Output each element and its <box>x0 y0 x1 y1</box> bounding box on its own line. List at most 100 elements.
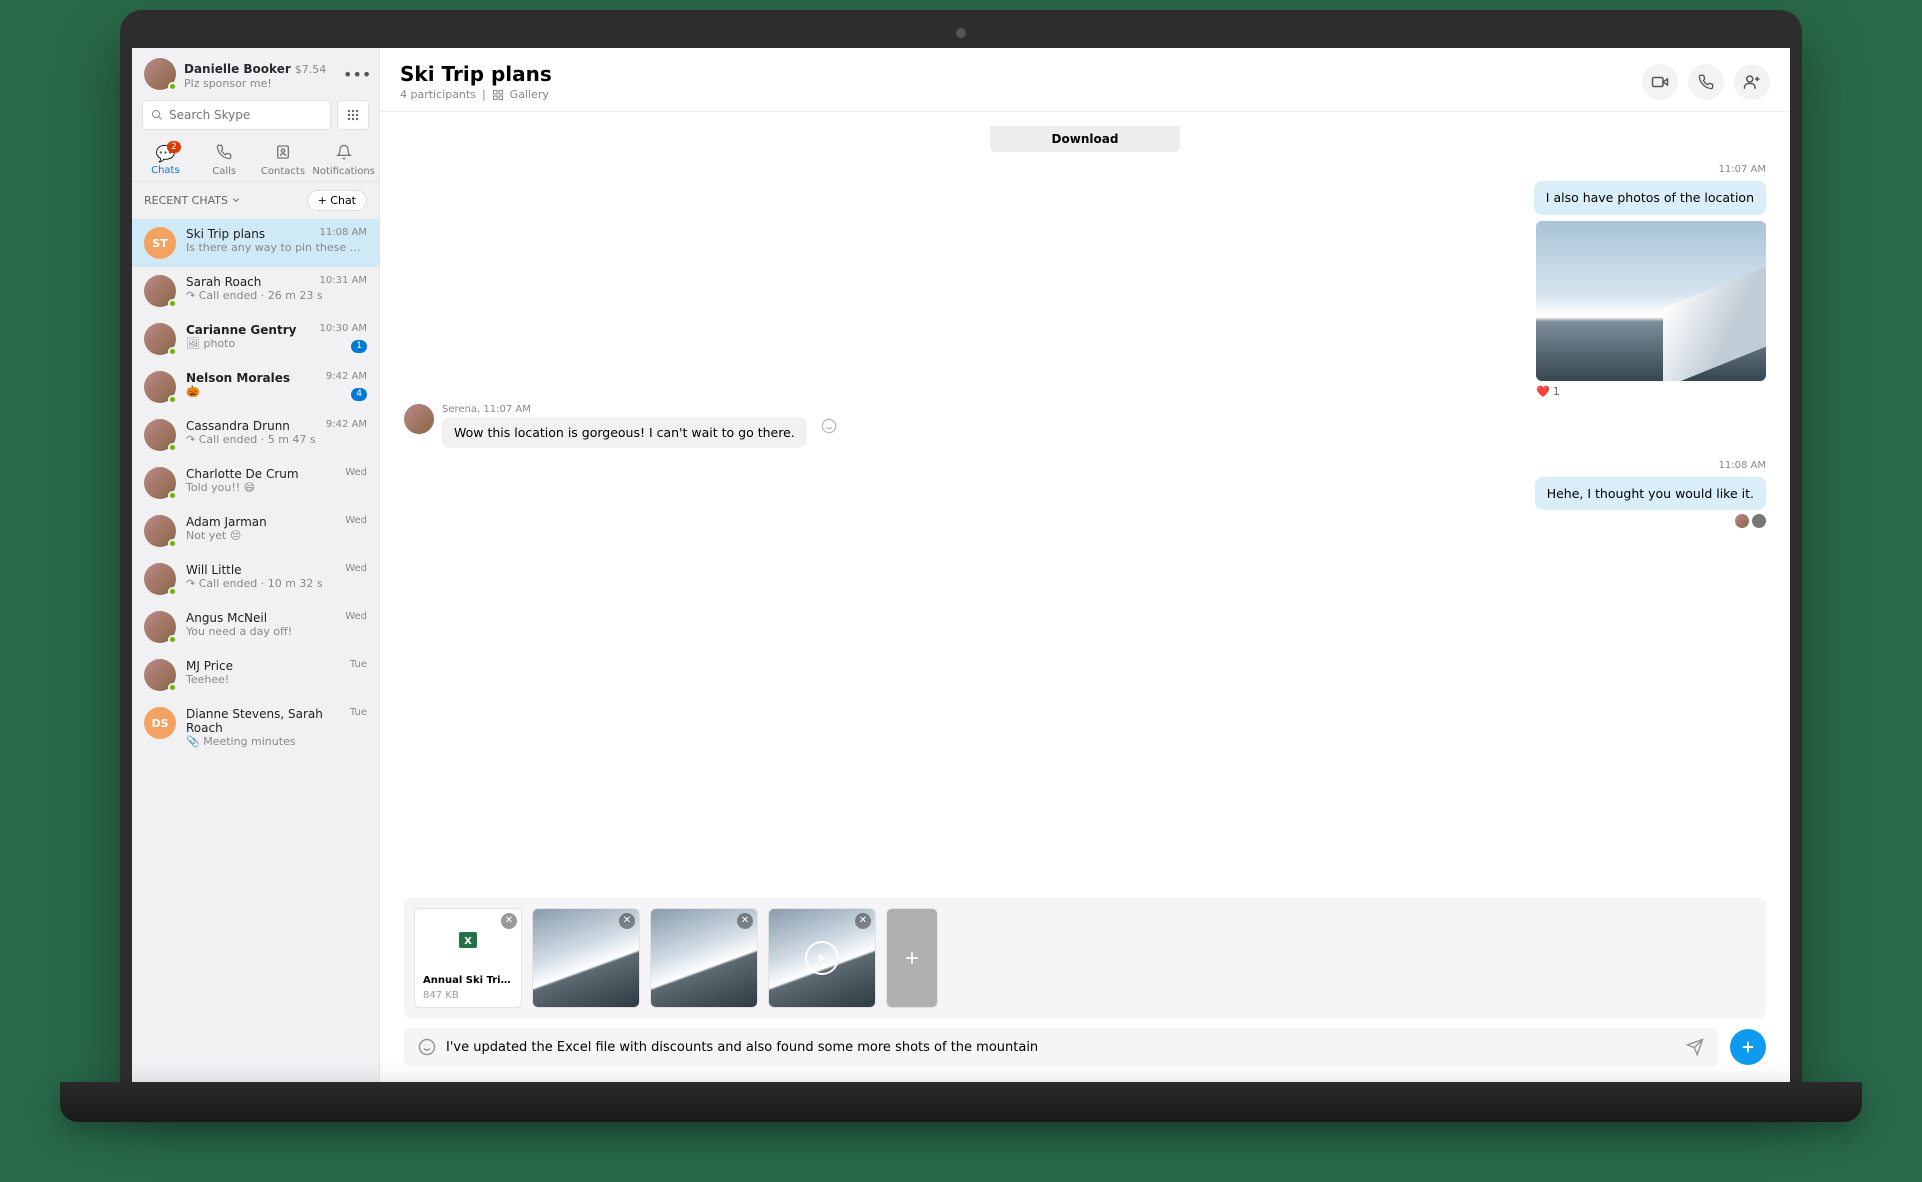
chat-preview: ↷ Call ended · 10 m 32 s <box>186 577 367 590</box>
conversation-title: Ski Trip plans <box>400 62 1642 86</box>
tab-contacts[interactable]: Contacts <box>254 144 313 177</box>
tab-notifications[interactable]: Notifications <box>312 144 375 177</box>
add-button[interactable] <box>1730 1029 1766 1065</box>
message-sender: Serena, 11:07 AM <box>442 404 807 415</box>
message-text[interactable]: Wow this location is gorgeous! I can't w… <box>442 417 807 448</box>
presence-dot <box>168 635 177 644</box>
dialpad-icon <box>347 109 359 121</box>
chat-time: Wed <box>345 515 367 529</box>
chat-time: Wed <box>345 611 367 625</box>
remove-attachment-button[interactable]: ✕ <box>855 913 871 929</box>
chat-title: Dianne Stevens, Sarah Roach <box>186 707 350 735</box>
tab-calls[interactable]: Calls <box>195 144 254 177</box>
chat-title: MJ Price <box>186 659 233 673</box>
tab-calls-label: Calls <box>212 166 236 177</box>
chat-time: 10:30 AM <box>320 323 367 337</box>
chat-preview: Told you!! 😄 <box>186 481 367 494</box>
avatar: ST <box>144 227 176 259</box>
avatar <box>1735 514 1749 528</box>
gallery-link[interactable]: Gallery <box>510 88 549 101</box>
plus-icon <box>902 948 922 968</box>
search-field[interactable] <box>169 108 322 122</box>
message-reaction[interactable]: ❤️ 1 <box>1536 385 1766 398</box>
chat-preview: ↷ Call ended · 26 m 23 s <box>186 289 367 302</box>
chat-list-item[interactable]: Cassandra Drunn 9:42 AM↷ Call ended · 5 m… <box>132 411 379 459</box>
chat-time: 10:31 AM <box>320 275 367 289</box>
more-icon[interactable]: ••• <box>343 65 367 84</box>
message-text[interactable]: Hehe, I thought you would like it. <box>1535 477 1766 511</box>
add-attachment-button[interactable] <box>886 908 938 1008</box>
avatar <box>144 58 176 90</box>
download-button[interactable]: Download <box>990 126 1180 152</box>
emoji-icon[interactable] <box>418 1038 436 1056</box>
dialpad-button[interactable] <box>337 100 369 130</box>
participants-count[interactable]: 4 participants <box>400 88 476 101</box>
add-person-icon <box>1743 73 1761 91</box>
nav-tabs: 💬2 Chats Calls Contacts Notifications <box>132 138 379 182</box>
message-text[interactable]: I also have photos of the location <box>1534 181 1766 215</box>
avatar <box>144 611 176 643</box>
message-outgoing: Hehe, I thought you would like it. <box>1535 477 1766 529</box>
chat-list-item[interactable]: Adam JarmanWedNot yet 😔 <box>132 507 379 555</box>
composer-input[interactable] <box>446 1040 1676 1055</box>
avatar <box>144 467 176 499</box>
chat-list-item[interactable]: Nelson Morales9:42 AM🎃4 <box>132 363 379 411</box>
chat-list-item[interactable]: Carianne Gentry10:30 AM🖼 photo1 <box>132 315 379 363</box>
plus-icon <box>1739 1038 1757 1056</box>
message-outgoing-image[interactable]: ❤️ 1 <box>1536 221 1766 398</box>
new-chat-button[interactable]: + Chat <box>307 190 367 211</box>
send-icon <box>1686 1038 1704 1056</box>
remove-attachment-button[interactable]: ✕ <box>501 913 517 929</box>
react-button[interactable] <box>821 418 837 434</box>
attachment-size: 847 KB <box>415 990 521 1007</box>
profile-header[interactable]: Danielle Booker$7.54 Plz sponsor me! ••• <box>132 48 379 100</box>
presence-dot <box>168 491 177 500</box>
message-composer[interactable] <box>404 1028 1718 1066</box>
chat-preview: Teehee! <box>186 673 367 686</box>
chat-title: Cassandra Drunn <box>186 419 290 433</box>
audio-call-button[interactable] <box>1688 64 1724 100</box>
video-call-button[interactable] <box>1642 64 1678 100</box>
chat-preview: Not yet 😔 <box>186 529 367 542</box>
chat-list-item[interactable]: Charlotte De CrumWedTold you!! 😄 <box>132 459 379 507</box>
avatar <box>1752 514 1766 528</box>
chat-time: Wed <box>345 563 367 577</box>
chat-list-item[interactable]: Sarah Roach 10:31 AM↷ Call ended · 26 m 2… <box>132 267 379 315</box>
tab-chats-label: Chats <box>151 165 180 176</box>
presence-dot <box>168 539 177 548</box>
tab-chats[interactable]: 💬2 Chats <box>136 144 195 177</box>
chat-list-item[interactable]: DSDianne Stevens, Sarah RoachTue📎 Meetin… <box>132 699 379 756</box>
send-button[interactable] <box>1686 1038 1704 1056</box>
read-receipts <box>1535 514 1766 528</box>
recent-chats-header[interactable]: RECENT CHATS <box>144 194 240 207</box>
chat-title: Sarah Roach <box>186 275 261 289</box>
chat-time: 11:08 AM <box>320 227 367 241</box>
chat-preview: 🖼 photo <box>186 337 367 350</box>
attachment-file[interactable]: ✕ X Annual Ski Trip... 847 KB <box>414 908 522 1008</box>
attachment-image[interactable]: ✕ <box>532 908 640 1008</box>
chat-preview: ↷ Call ended · 5 m 47 s <box>186 433 367 446</box>
chat-list-item[interactable]: MJ PriceTueTeehee! <box>132 651 379 699</box>
laptop-camera <box>956 28 966 38</box>
message-list: Download 11:07 AM I also have photos of … <box>380 112 1790 886</box>
phone-icon <box>1698 74 1714 90</box>
attachment-image[interactable]: ✕ <box>650 908 758 1008</box>
chat-time: Wed <box>345 467 367 481</box>
add-people-button[interactable] <box>1734 64 1770 100</box>
gallery-icon <box>492 89 504 101</box>
chat-list-item[interactable]: Angus McNeilWedYou need a day off! <box>132 603 379 651</box>
avatar <box>144 371 176 403</box>
chat-list-item[interactable]: STSki Trip plans11:08 AMIs there any way… <box>132 219 379 267</box>
play-icon <box>805 941 839 975</box>
attachment-video[interactable]: ✕ <box>768 908 876 1008</box>
chat-list-item[interactable]: Will LittleWed↷ Call ended · 10 m 32 s <box>132 555 379 603</box>
chat-time: Tue <box>350 707 367 735</box>
chat-time: 9:42 AM <box>326 419 367 433</box>
presence-dot <box>168 587 177 596</box>
remove-attachment-button[interactable]: ✕ <box>737 913 753 929</box>
smile-icon <box>821 418 837 434</box>
remove-attachment-button[interactable]: ✕ <box>619 913 635 929</box>
presence-dot <box>168 683 177 692</box>
unread-badge: 1 <box>351 340 367 353</box>
search-input[interactable] <box>142 100 331 130</box>
